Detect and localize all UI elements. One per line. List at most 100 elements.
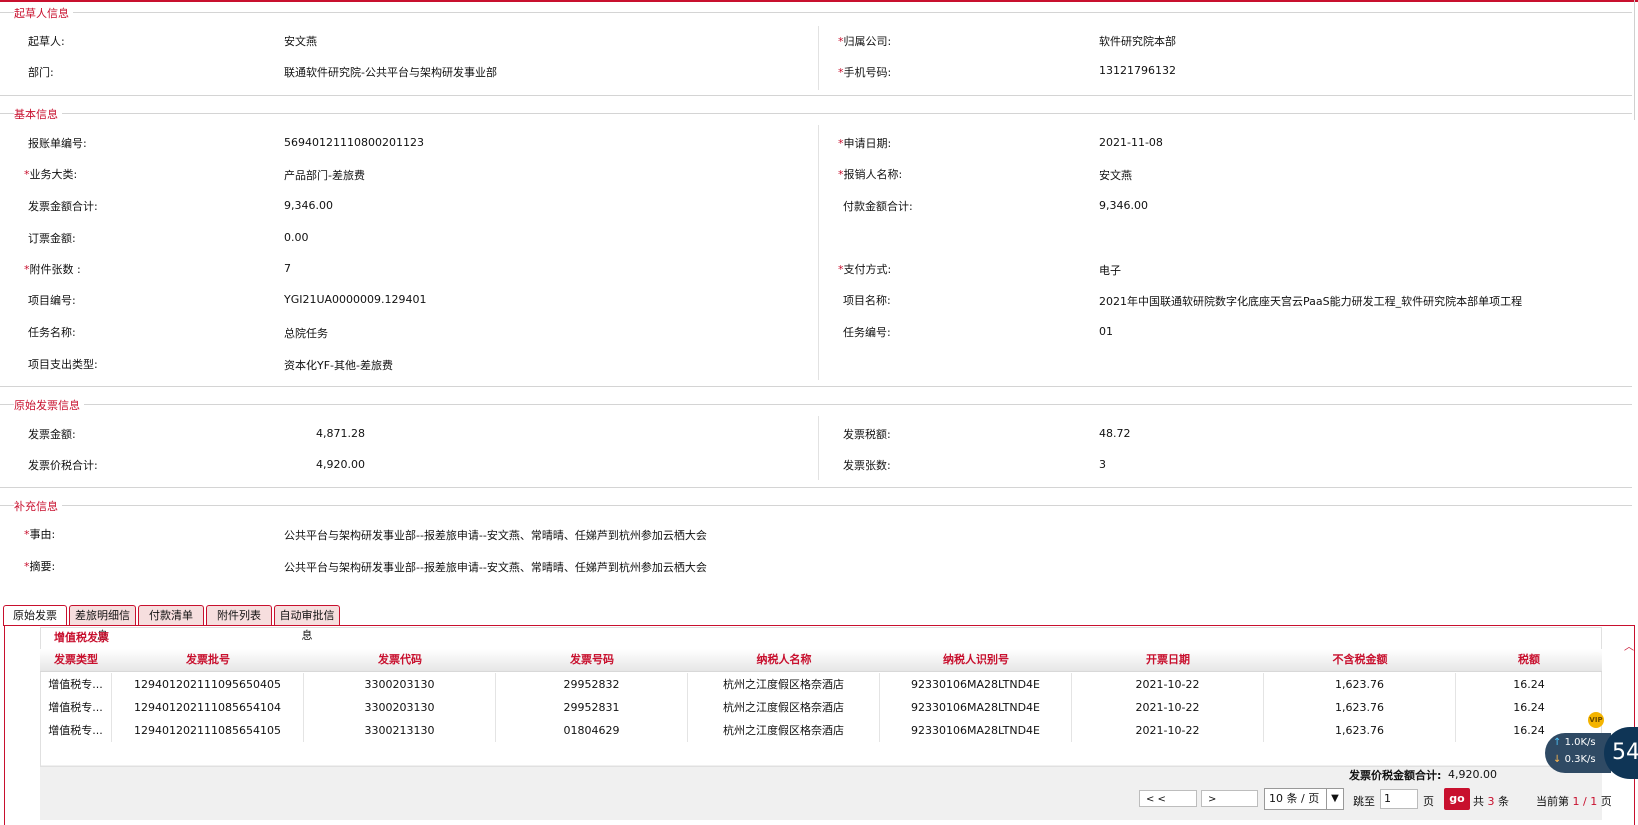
tab-original-invoice[interactable]: 原始发票 [3, 605, 67, 626]
page-unit-label: 页 [1423, 795, 1434, 808]
field-label: 付款金额合计: [843, 200, 913, 213]
tab-auto-approval[interactable]: 自动审批信息 [274, 605, 340, 642]
column-header[interactable]: 发票批号 [112, 649, 304, 671]
reimburser-value: 安文燕 [1099, 169, 1132, 182]
prev-page-button[interactable]: < < [1139, 790, 1197, 807]
right-edge-line [1634, 0, 1635, 120]
table-cell: 3300213130 [304, 719, 496, 742]
table-row[interactable]: 增值税专... 129401202111095650405 3300203130… [40, 673, 1602, 696]
table-cell: 129401202111085654104 [112, 696, 304, 719]
section-rule [0, 113, 1632, 114]
column-header[interactable]: 发票类型 [40, 649, 112, 671]
section-title-basic: 基本信息 [14, 106, 62, 122]
field-label: 发票张数: [843, 459, 891, 472]
section-title-supplement: 补充信息 [14, 498, 62, 514]
table-cell: 129401202111085654105 [112, 719, 304, 742]
table-cell: 2021-10-22 [1072, 673, 1264, 696]
field-label: 项目编号: [28, 294, 76, 307]
upload-speed: ↑ 1.0K/s [1553, 737, 1596, 748]
table-cell: 2021-10-22 [1072, 696, 1264, 719]
chevron-down-icon[interactable]: ▼ [1326, 789, 1343, 809]
download-speed: ↓ 0.3K/s [1553, 754, 1596, 765]
column-divider [818, 26, 819, 90]
task-number-value: 01 [1099, 325, 1113, 338]
network-speed-widget[interactable]: ↑ 1.0K/s ↓ 0.3K/s [1545, 733, 1611, 773]
project-number-value: YGI21UA0000009.129401 [284, 293, 427, 306]
page-size-value: 10 条 / 页 [1269, 792, 1320, 805]
company-value: 软件研究院本部 [1099, 35, 1176, 48]
tab-payment-list[interactable]: 付款清单 [138, 605, 204, 625]
payment-method-value: 电子 [1099, 264, 1121, 277]
invoice-total-value: 9,346.00 [284, 199, 333, 212]
column-header[interactable]: 发票号码 [496, 649, 688, 671]
column-header[interactable]: 开票日期 [1072, 649, 1264, 671]
field-label: *归属公司: [838, 35, 892, 48]
section-rule [0, 386, 1632, 387]
section-rule [0, 487, 1632, 488]
table-cell: 1,623.76 [1264, 696, 1456, 719]
section-rule [0, 95, 1632, 96]
field-label: *附件张数 : [24, 263, 81, 276]
field-label: 任务名称: [28, 326, 76, 339]
column-divider [818, 125, 819, 380]
field-label: 项目名称: [843, 294, 891, 307]
field-label: *业务大类: [24, 168, 78, 181]
table-cell: 16.24 [1513, 701, 1545, 714]
field-label: *支付方式: [838, 263, 892, 276]
field-label: *事由: [24, 528, 56, 541]
column-header[interactable]: 发票代码 [304, 649, 496, 671]
field-label: *申请日期: [838, 137, 892, 150]
department-value: 联通软件研究院-公共平台与架构研发事业部 [284, 66, 497, 79]
scroll-up-icon[interactable]: ︿ [1624, 638, 1634, 653]
total-count-text: 共 3 条 [1473, 795, 1509, 808]
table-cell: 杭州之江度假区格奈酒店 [688, 673, 880, 696]
next-page-button[interactable]: > [1201, 790, 1258, 807]
task-name-value: 总院任务 [284, 327, 328, 340]
invoice-tax-value: 48.72 [1099, 427, 1131, 440]
drafter-value: 安文燕 [284, 35, 317, 48]
column-header[interactable]: 纳税人识别号 [880, 649, 1072, 671]
table-cell: 29952832 [496, 673, 688, 696]
table-cell: 3300203130 [304, 696, 496, 719]
bill-number-value: 56940121110800201123 [284, 136, 424, 149]
ticket-amount-value: 0.00 [284, 231, 309, 244]
field-label: 发票金额: [28, 428, 76, 441]
phone-value: 13121796132 [1099, 64, 1176, 77]
field-label: *手机号码: [838, 66, 892, 79]
current-page-text: 当前第 1 / 1 页 [1536, 795, 1612, 808]
table-cell: 杭州之江度假区格奈酒店 [688, 696, 880, 719]
field-label: 发票税额: [843, 428, 891, 441]
field-label: 项目支出类型: [28, 358, 98, 371]
table-row[interactable]: 增值税专... 129401202111085654104 3300203130… [40, 696, 1602, 719]
go-button[interactable]: go [1444, 788, 1470, 810]
table-cell: 3300203130 [304, 673, 496, 696]
table-cell: 16.24 [1513, 678, 1545, 691]
tab-travel-details[interactable]: 差旅明细信息 [69, 605, 136, 642]
column-header[interactable]: 税额 [1456, 649, 1602, 671]
column-header[interactable]: 纳税人名称 [688, 649, 880, 671]
column-divider [818, 416, 819, 480]
table-cell: 2021-10-22 [1072, 719, 1264, 742]
vat-table-title: 增值税发票 [54, 631, 109, 644]
table-cell: 增值税专... [40, 696, 112, 719]
page-size-select[interactable]: 10 条 / 页 ▼ [1264, 788, 1344, 810]
field-label: 报账单编号: [28, 137, 87, 150]
jump-page-input[interactable]: 1 [1380, 789, 1418, 809]
invoice-total-label: 发票价税金额合计: [1349, 769, 1442, 782]
table-cell: 增值税专... [40, 673, 112, 696]
top-accent-line [0, 0, 1638, 2]
tab-attachment-list[interactable]: 附件列表 [206, 605, 272, 625]
table-row[interactable]: 增值税专... 129401202111085654105 3300213130… [40, 719, 1602, 742]
arrow-down-icon: ↓ [1553, 754, 1562, 765]
vip-badge-icon[interactable]: VIP [1588, 712, 1604, 728]
jump-label: 跳至 [1353, 795, 1375, 808]
summary-value: 公共平台与架构研发事业部--报差旅申请--安文燕、常晴晴、任娣芦到杭州参加云栖大… [284, 561, 707, 574]
reason-value: 公共平台与架构研发事业部--报差旅申请--安文燕、常晴晴、任娣芦到杭州参加云栖大… [284, 529, 707, 542]
field-label: 发票价税合计: [28, 459, 98, 472]
field-label: 起草人: [28, 35, 65, 48]
column-header[interactable]: 不含税金额 [1264, 649, 1456, 671]
payment-total-value: 9,346.00 [1099, 199, 1148, 212]
section-rule [0, 505, 1632, 506]
table-cell: 29952831 [496, 696, 688, 719]
field-label: *摘要: [24, 560, 56, 573]
